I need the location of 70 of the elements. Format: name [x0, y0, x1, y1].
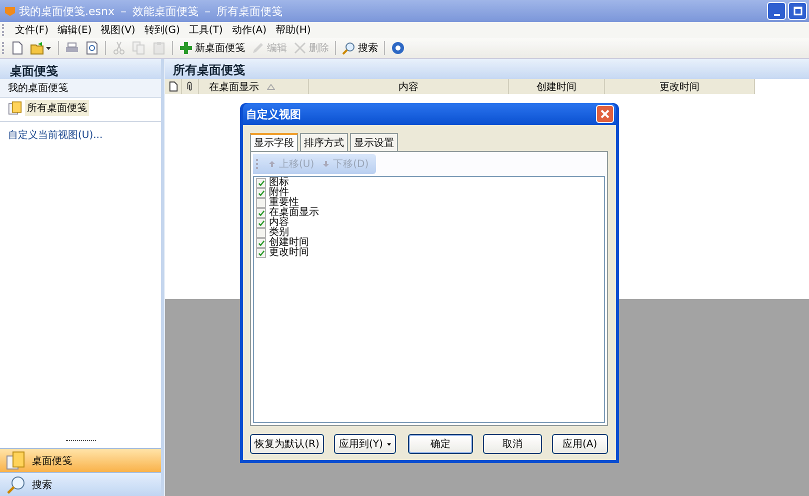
minimize-icon [774, 14, 780, 16]
cross-icon [293, 41, 307, 55]
sidebar-header: 桌面便笺 [0, 59, 161, 79]
checkbox[interactable] [256, 238, 266, 248]
help-icon[interactable] [389, 40, 407, 56]
field-label[interactable]: 创建时间 [269, 238, 309, 248]
column-header[interactable]: 在桌面显示 [199, 79, 309, 94]
plus-icon [179, 41, 193, 55]
menu-item[interactable]: 动作(A) [232, 23, 266, 37]
menu-item[interactable]: 帮助(H) [275, 23, 311, 37]
pencil-icon [251, 41, 265, 55]
view-header: 所有桌面便笺 [165, 59, 809, 79]
column-header[interactable]: 创建时间 [509, 79, 605, 94]
column-header[interactable] [165, 79, 182, 94]
dialog-button[interactable]: 取消 [483, 434, 542, 454]
column-header[interactable]: 更改时间 [605, 79, 755, 94]
down-arrow-icon [322, 160, 330, 168]
maximize-button[interactable] [788, 2, 807, 20]
document-icon [169, 81, 178, 92]
search-icon [6, 474, 26, 494]
note-icon [8, 101, 22, 115]
sidebar-group-label: 我的桌面便笺 [0, 79, 161, 98]
checkbox[interactable] [256, 178, 266, 188]
dialog-button[interactable]: 应用(A) [552, 434, 608, 454]
column-header[interactable] [182, 79, 199, 94]
maximize-icon [792, 6, 802, 16]
customize-view-link[interactable]: 自定义当前视图(U)... [0, 128, 111, 142]
field-label[interactable]: 内容 [269, 218, 289, 228]
checkbox[interactable] [256, 198, 266, 208]
field-label[interactable]: 重要性 [269, 198, 299, 208]
close-button[interactable] [596, 105, 614, 123]
apply-to-button[interactable]: 应用到(Y) [334, 434, 396, 454]
menu-item[interactable]: 编辑(E) [58, 23, 92, 37]
close-icon [600, 109, 610, 119]
search-icon [342, 41, 356, 55]
menu-item[interactable]: 转到(G) [144, 23, 180, 37]
field-label[interactable]: 类别 [269, 228, 289, 238]
checkbox[interactable] [256, 228, 266, 238]
add-button[interactable]: 新桌面便笺 [177, 40, 247, 56]
sort-icon [267, 84, 275, 90]
tab[interactable]: 排序方式 [300, 133, 348, 151]
field-label[interactable]: 在桌面显示 [269, 208, 319, 218]
window-title: 我的桌面便笺.esnx － 效能桌面便笺 － 所有桌面便笺 [19, 4, 284, 18]
field-label[interactable]: 更改时间 [269, 248, 309, 258]
dialog-title: 自定义视图 [246, 106, 301, 122]
up-arrow-icon [268, 160, 276, 168]
search-button[interactable]: 搜索 [340, 40, 380, 56]
dialog-button[interactable]: 确定 [408, 434, 474, 454]
nav-button[interactable]: 搜索 [0, 472, 161, 496]
caret-icon [386, 442, 391, 446]
note-icon [6, 450, 26, 470]
sidebar-item[interactable]: 所有桌面便笺 [25, 100, 89, 116]
paperclip-icon [186, 81, 193, 92]
folder-icon[interactable] [28, 40, 54, 56]
checkbox[interactable] [256, 188, 266, 198]
column-header[interactable]: 内容 [309, 79, 509, 94]
field-label[interactable]: 附件 [269, 188, 289, 198]
field-label[interactable]: 图标 [269, 178, 289, 188]
tab[interactable]: 显示字段 [250, 133, 298, 151]
menu-item[interactable]: 工具(T) [188, 23, 223, 37]
dialog-button[interactable]: 恢复为默认(R) [250, 434, 324, 454]
checkbox[interactable] [256, 218, 266, 228]
checkbox[interactable] [256, 208, 266, 218]
menu-item[interactable]: 文件(F) [15, 23, 49, 37]
minimize-button[interactable] [767, 2, 786, 20]
nav-button[interactable]: 桌面便笺 [0, 448, 161, 472]
checkbox[interactable] [256, 248, 266, 258]
menu-item[interactable]: 视图(V) [100, 23, 136, 37]
app-icon [4, 5, 16, 17]
tab[interactable]: 显示设置 [350, 133, 398, 151]
